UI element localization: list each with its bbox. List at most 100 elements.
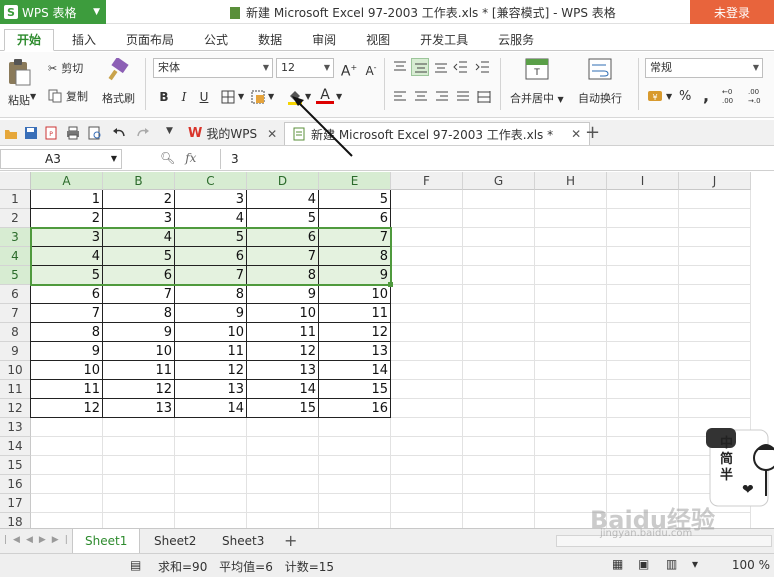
customize-toolbar-icon[interactable]: ▼ [166, 126, 173, 136]
tab-home[interactable]: 开始 [4, 29, 55, 51]
grid-cell[interactable] [535, 456, 607, 475]
grid-cell[interactable] [247, 475, 319, 494]
grid-cell[interactable] [463, 323, 535, 342]
grid-cell[interactable]: 2 [31, 209, 103, 228]
grid-cell[interactable] [391, 494, 463, 513]
login-button[interactable]: 未登录 [690, 0, 774, 24]
grid-cell[interactable] [103, 418, 175, 437]
grid-cell[interactable] [391, 456, 463, 475]
grid-cell[interactable] [679, 361, 751, 380]
column-header[interactable]: I [607, 172, 679, 190]
grid-cell[interactable] [607, 456, 679, 475]
grid-cell[interactable] [535, 190, 607, 209]
row-header[interactable]: 7 [0, 304, 31, 323]
grid-cell[interactable] [319, 456, 391, 475]
app-menu-button[interactable]: S WPS 表格 ▼ [0, 0, 106, 24]
grid-cell[interactable] [103, 494, 175, 513]
grid-cell[interactable]: 11 [247, 323, 319, 342]
insert-function-icon[interactable]: fx [185, 151, 196, 165]
format-painter-button[interactable]: 格式刷 [102, 58, 135, 106]
distributed-align-icon[interactable] [476, 90, 492, 104]
print-preview-icon[interactable] [88, 126, 102, 140]
row-header[interactable]: 17 [0, 494, 31, 513]
grid-cell[interactable] [463, 285, 535, 304]
grid-cell[interactable] [607, 323, 679, 342]
grid-cell[interactable] [391, 323, 463, 342]
column-header[interactable]: D [247, 172, 319, 190]
grid-cell[interactable] [535, 209, 607, 228]
grid-cell[interactable]: 7 [31, 304, 103, 323]
save-icon[interactable] [24, 126, 38, 140]
percent-button[interactable]: % [679, 89, 691, 104]
grid-cell[interactable]: 7 [103, 285, 175, 304]
comma-button[interactable]: , [703, 86, 709, 105]
grid-cell[interactable] [31, 494, 103, 513]
grid-cell[interactable] [391, 247, 463, 266]
column-header[interactable]: B [103, 172, 175, 190]
grid-cell[interactable]: 10 [31, 361, 103, 380]
grid-cell[interactable] [247, 418, 319, 437]
grid-cell[interactable]: 15 [319, 380, 391, 399]
grid-cell[interactable] [391, 266, 463, 285]
grid-cell[interactable]: 14 [247, 380, 319, 399]
grid-cell[interactable]: 10 [247, 304, 319, 323]
grid-cell[interactable]: 5 [103, 247, 175, 266]
close-icon[interactable]: ✕ [571, 127, 581, 141]
grid-cell[interactable]: 12 [31, 399, 103, 418]
grid-cell[interactable]: 10 [175, 323, 247, 342]
sheet-tab-2[interactable]: Sheet2 [142, 529, 208, 553]
row-header[interactable]: 12 [0, 399, 31, 418]
paste-dropdown-icon[interactable]: ▼ [30, 92, 36, 101]
grid-cell[interactable]: 6 [247, 228, 319, 247]
font-name-select[interactable]: 宋体 ▼ [153, 58, 273, 78]
currency-icon[interactable]: ¥ [647, 88, 665, 104]
grid-cell[interactable] [607, 475, 679, 494]
grid-cell[interactable]: 13 [319, 342, 391, 361]
grid-cell[interactable]: 11 [319, 304, 391, 323]
grid-cell[interactable] [535, 228, 607, 247]
grid-cell[interactable]: 12 [247, 342, 319, 361]
grid-cell[interactable] [175, 494, 247, 513]
column-header[interactable]: G [463, 172, 535, 190]
row-header[interactable]: 3 [0, 228, 31, 247]
new-tab-icon[interactable]: + [585, 122, 600, 143]
grid-cell[interactable] [679, 399, 751, 418]
grid-cell[interactable]: 12 [103, 380, 175, 399]
grid-cell[interactable] [31, 437, 103, 456]
grid-cell[interactable] [175, 475, 247, 494]
grid-cell[interactable]: 5 [31, 266, 103, 285]
export-pdf-icon[interactable]: P [44, 126, 58, 140]
grid-cell[interactable]: 3 [175, 190, 247, 209]
grid-cell[interactable] [535, 418, 607, 437]
page-break-view-icon[interactable]: ▣ [638, 557, 649, 571]
row-header[interactable]: 4 [0, 247, 31, 266]
grid-cell[interactable] [535, 304, 607, 323]
grid-cell[interactable] [607, 304, 679, 323]
grid-cell[interactable]: 4 [103, 228, 175, 247]
grid-cell[interactable] [391, 190, 463, 209]
grid-cell[interactable]: 1 [31, 190, 103, 209]
grid-cell[interactable]: 11 [175, 342, 247, 361]
row-header[interactable]: 13 [0, 418, 31, 437]
indent-decrease-icon[interactable] [453, 60, 469, 74]
grid-cell[interactable] [31, 456, 103, 475]
grid-cell[interactable] [679, 323, 751, 342]
grid-cell[interactable] [607, 361, 679, 380]
reading-mode-icon[interactable]: ▥ [666, 557, 677, 571]
grid-cell[interactable]: 8 [31, 323, 103, 342]
grid-cell[interactable] [535, 380, 607, 399]
grid-cell[interactable]: 9 [31, 342, 103, 361]
grid-cell[interactable]: 12 [319, 323, 391, 342]
grid-cell[interactable] [103, 437, 175, 456]
align-top-icon[interactable] [392, 60, 408, 74]
tab-data[interactable]: 数据 [246, 30, 294, 50]
grid-cell[interactable] [463, 209, 535, 228]
grid-cell[interactable] [535, 437, 607, 456]
column-header[interactable]: H [535, 172, 607, 190]
grid-cell[interactable] [319, 475, 391, 494]
grid-cell[interactable]: 8 [103, 304, 175, 323]
grid-cell[interactable]: 10 [103, 342, 175, 361]
wrap-text-button[interactable]: 自动换行 [578, 58, 622, 106]
grid-cell[interactable] [391, 380, 463, 399]
grid-cell[interactable] [463, 418, 535, 437]
